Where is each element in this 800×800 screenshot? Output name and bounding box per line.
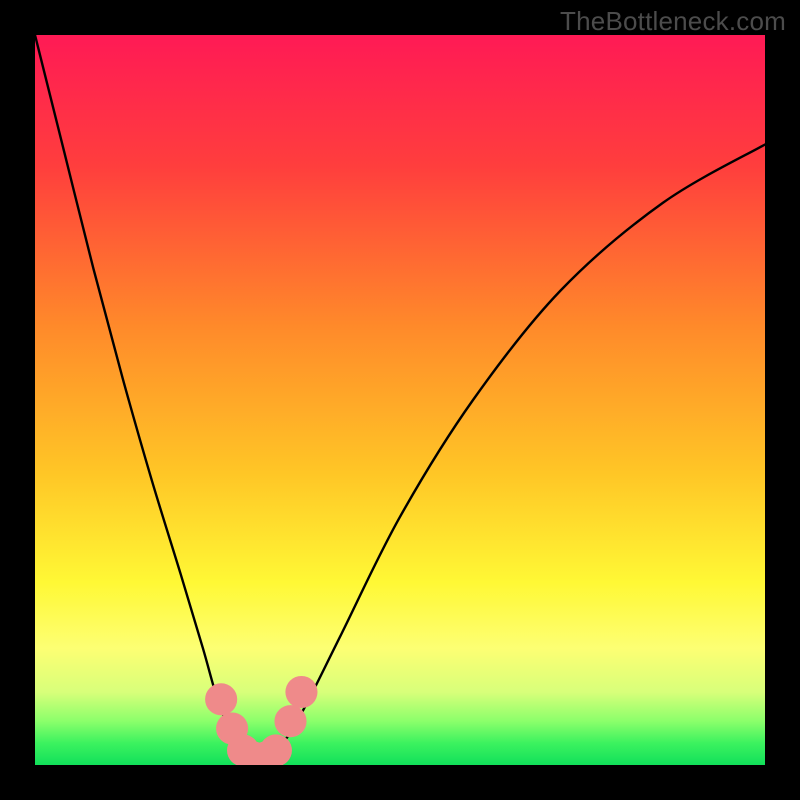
marker-point — [205, 683, 237, 715]
plot-area — [35, 35, 765, 765]
chart-frame: TheBottleneck.com — [0, 0, 800, 800]
watermark-text: TheBottleneck.com — [560, 6, 786, 37]
bottleneck-chart — [35, 35, 765, 765]
marker-point — [260, 734, 292, 765]
marker-point — [285, 676, 317, 708]
marker-point — [274, 705, 306, 737]
gradient-background — [35, 35, 765, 765]
